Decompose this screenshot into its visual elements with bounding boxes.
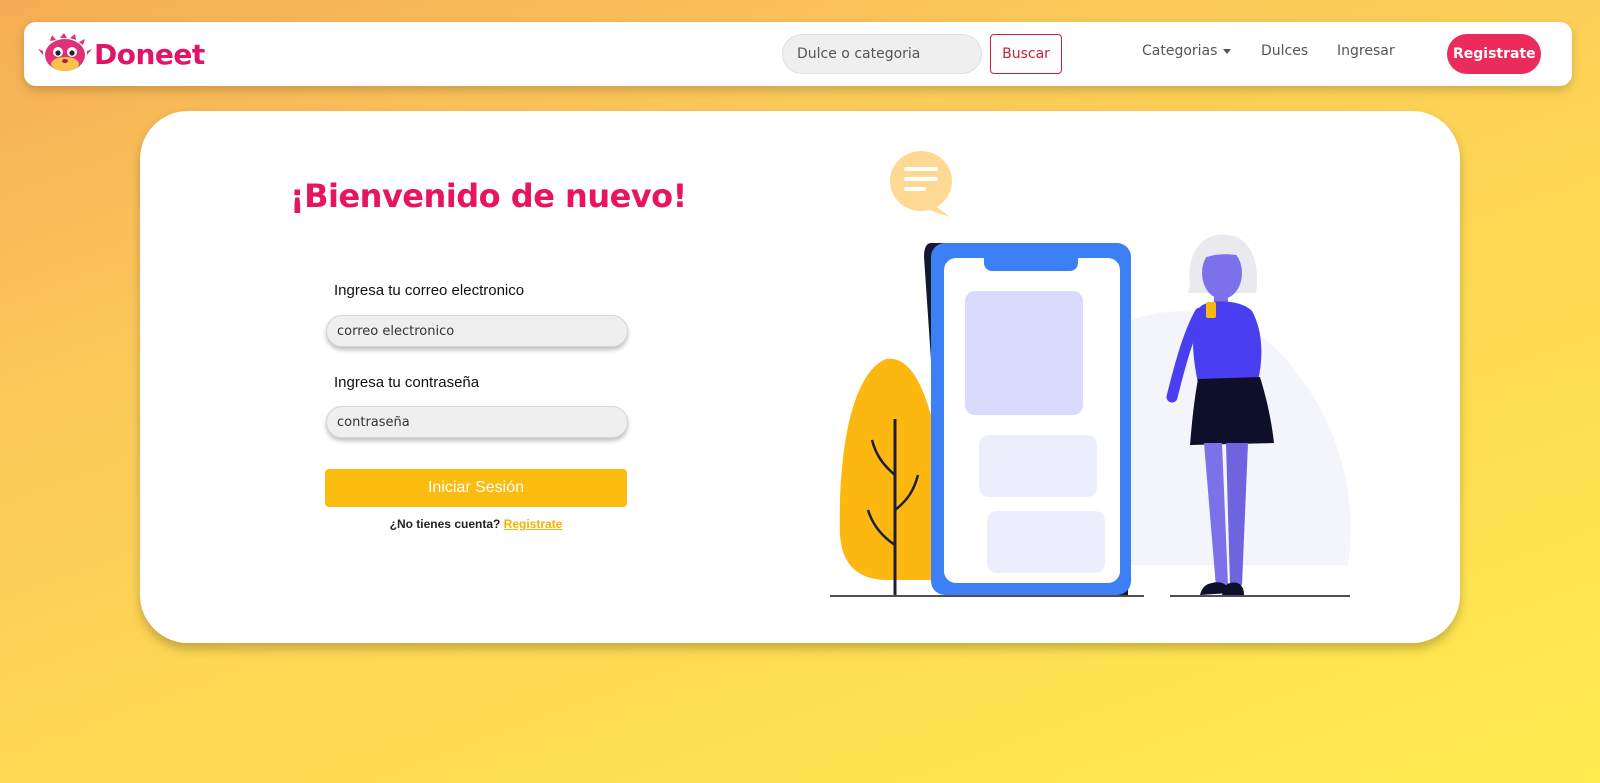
signup-prompt: ¿No tienes cuenta? Registrate [325, 517, 627, 531]
caret-down-icon [1223, 48, 1232, 54]
password-field[interactable] [326, 406, 628, 438]
email-field[interactable] [326, 315, 628, 347]
page-title: ¡Bienvenido de nuevo! [290, 177, 687, 215]
nav-link-login[interactable]: Ingresar [1337, 43, 1395, 59]
login-submit-button[interactable]: Iniciar Sesión [325, 469, 627, 507]
password-label: Ingresa tu contraseña [334, 374, 480, 391]
tree-shape [839, 358, 947, 595]
search-button[interactable]: Buscar [990, 34, 1062, 74]
search-input[interactable] [782, 34, 982, 74]
pufferfish-mascot-icon [38, 33, 92, 71]
top-navbar: Doneet Buscar Categorias Dulces Ingresar… [24, 22, 1572, 86]
chat-bubble-icon [890, 151, 952, 217]
login-card: ¡Bienvenido de nuevo! Ingresa tu correo … [140, 111, 1460, 643]
email-label: Ingresa tu correo electronico [334, 282, 525, 299]
nav-categories-dropdown[interactable]: Categorias [1142, 43, 1232, 59]
signup-link[interactable]: Registrate [504, 517, 563, 531]
brand-name: Doneet [94, 37, 205, 71]
login-illustration [830, 151, 1351, 597]
nav-link-sweets[interactable]: Dulces [1261, 43, 1308, 59]
brand-logo-link[interactable]: Doneet [38, 32, 205, 76]
register-button[interactable]: Registrate [1447, 34, 1541, 74]
nav-categories-label: Categorias [1142, 43, 1218, 59]
no-account-text: ¿No tienes cuenta? [389, 517, 501, 531]
phone-shape [924, 243, 1131, 595]
